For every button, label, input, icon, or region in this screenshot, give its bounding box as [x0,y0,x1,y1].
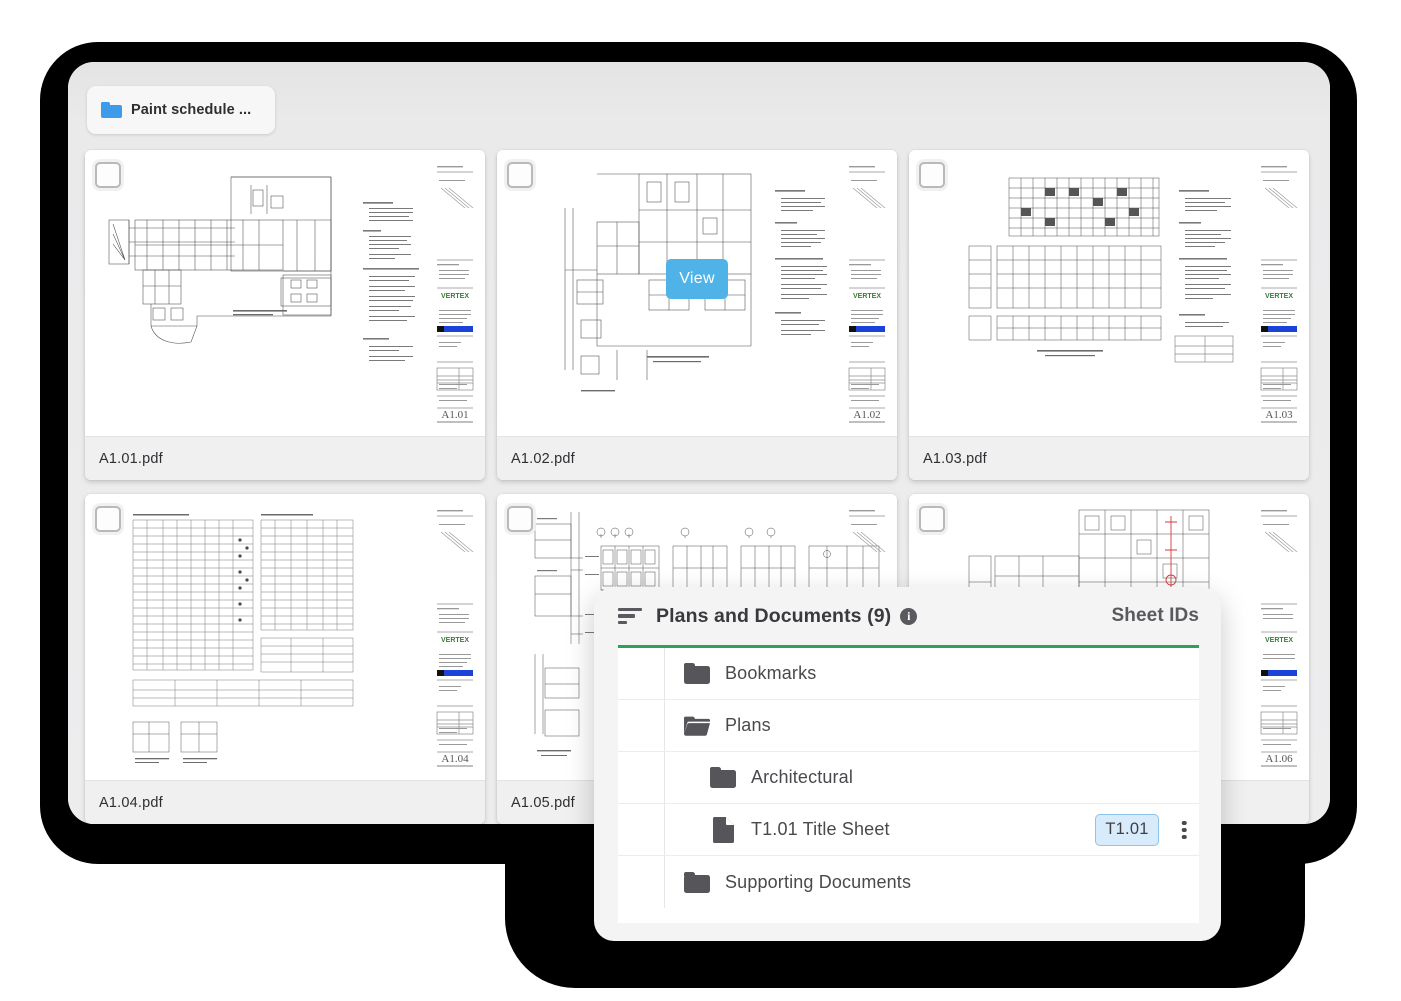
folder-closed-icon [682,867,712,897]
document-card[interactable]: VERTEX A1.03 A1.03.pdf [909,150,1309,480]
tree-row-label: Bookmarks [725,663,817,683]
thumbnail[interactable]: VERTEX A1.02 View [497,150,897,436]
tree-guide-line [664,648,665,699]
info-icon[interactable]: i [900,607,918,625]
card-checkbox[interactable] [95,162,121,188]
document-icon [708,815,738,845]
svg-text:A1.04: A1.04 [441,753,469,765]
plans-and-documents-panel: Plans and Documents (9) i Sheet IDs Book… [594,587,1221,941]
tree-row-bookmarks[interactable]: Bookmarks [618,648,1199,700]
svg-text:VERTEX: VERTEX [853,293,881,300]
panel-header: Plans and Documents (9) i Sheet IDs [594,587,1221,645]
screenshot-root: Paint schedule ... VERTEX A1.01 A1.01.pd… [0,0,1401,1001]
tree-guide-line [664,804,665,855]
tree-row-plans[interactable]: Plans [618,700,1199,752]
tree-row-label: Plans [725,715,771,735]
folder-closed-icon [682,659,712,689]
tree-row-architectural[interactable]: Architectural [618,752,1199,804]
svg-text:VERTEX: VERTEX [1265,637,1293,644]
breadcrumb-label: Paint schedule ... [131,102,252,118]
folder-open-glyph [684,716,710,736]
thumbnail[interactable]: VERTEX A1.01 [85,150,485,436]
card-checkbox[interactable] [507,162,533,188]
card-checkbox[interactable] [507,506,533,532]
card-checkbox[interactable] [919,506,945,532]
svg-text:A1.01: A1.01 [441,409,468,421]
document-card[interactable]: VERTEX A1.04 A1.04.pdf [85,494,485,824]
panel-title: Plans and Documents (9) [656,604,892,627]
card-footer: A1.04.pdf [85,780,485,824]
tree-guide-line [664,856,665,908]
svg-text:A1.06: A1.06 [1265,753,1293,765]
svg-text:VERTEX: VERTEX [441,637,469,644]
blueprint-schedule-table: VERTEX A1.04 [132,510,474,767]
card-filename: A1.05.pdf [511,794,575,811]
blueprint-reflected-ceiling-plan: VERTEX A1.03 [968,166,1298,423]
tree-guide-line [664,752,665,803]
tree-row-supporting-documents[interactable]: Supporting Documents [618,856,1199,908]
blueprint-floor-plan: VERTEX A1.01 [108,166,474,423]
sort-lines-icon[interactable] [618,607,642,625]
tree-row-label: T1.01 Title Sheet [751,819,890,839]
card-footer: A1.03.pdf [909,436,1309,480]
tree-row-label: Architectural [751,767,853,787]
document-card[interactable]: VERTEX A1.01 A1.01.pdf [85,150,485,480]
folder-closed-icon [708,763,738,793]
document-card[interactable]: VERTEX A1.02 View A1.02.pdf [497,150,897,480]
card-filename: A1.02.pdf [511,450,575,467]
thumbnail[interactable]: VERTEX A1.04 [85,494,485,780]
svg-text:A1.02: A1.02 [853,409,880,421]
thumbnail[interactable]: VERTEX A1.03 [909,150,1309,436]
tree-guide-line [664,700,665,751]
breadcrumb[interactable]: Paint schedule ... [87,86,275,134]
card-filename: A1.03.pdf [923,450,987,467]
svg-text:VERTEX: VERTEX [1265,293,1293,300]
kebab-menu-icon[interactable] [1171,817,1197,843]
document-glyph [712,816,734,843]
folder-open-icon [682,711,712,741]
svg-text:VERTEX: VERTEX [441,293,469,300]
folder-icon [101,102,122,118]
card-filename: A1.04.pdf [99,794,163,811]
tree-row-label: Supporting Documents [725,871,912,892]
tree-row-title-sheet[interactable]: T1.01 Title Sheet T1.01 [618,804,1199,856]
card-footer: A1.02.pdf [497,436,897,480]
card-footer: A1.01.pdf [85,436,485,480]
sheet-ids-column-header: Sheet IDs [1111,605,1199,626]
card-filename: A1.01.pdf [99,450,163,467]
view-button[interactable]: View [666,258,728,299]
card-checkbox[interactable] [95,506,121,532]
document-tree-list: Bookmarks Plans Architectural T1.01 Titl… [618,648,1199,923]
svg-text:A1.03: A1.03 [1265,409,1293,421]
card-checkbox[interactable] [919,162,945,188]
sheet-id-badge[interactable]: T1.01 [1095,813,1159,846]
